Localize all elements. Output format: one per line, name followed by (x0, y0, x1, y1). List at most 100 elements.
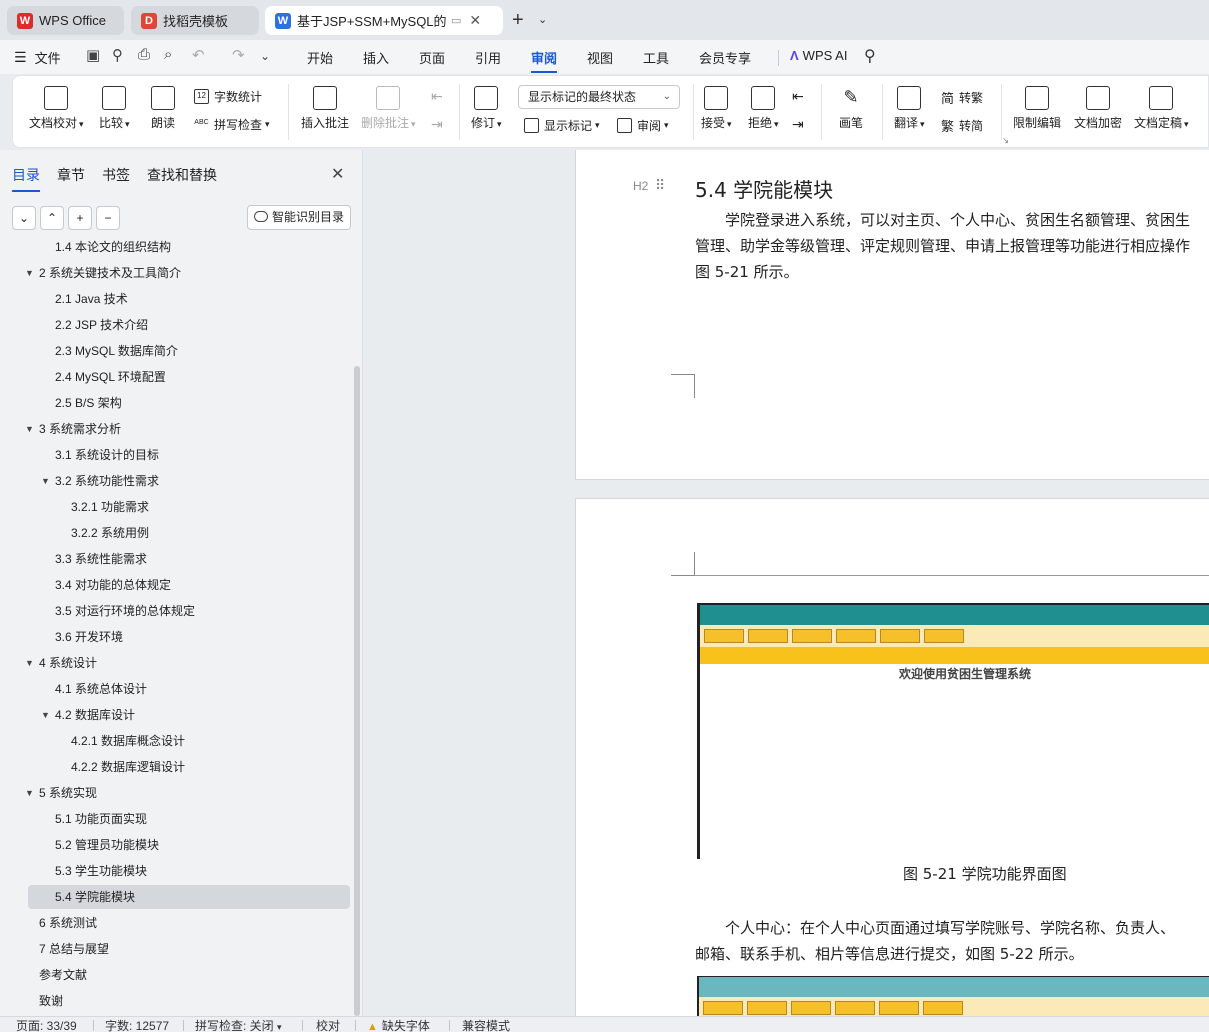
to-traditional-button[interactable]: 简 转繁 (941, 88, 983, 107)
nav-tab-sections[interactable]: 章节 (57, 165, 85, 185)
reject-button[interactable]: 拒绝 ▾ (748, 86, 779, 131)
pen-button[interactable]: ✎ 画笔 (839, 86, 863, 131)
tab-docer-templates[interactable]: D 找稻壳模板 (131, 6, 259, 35)
dialog-launcher-icon[interactable]: ↘ (1002, 136, 1009, 145)
toc-item[interactable]: 4.1 系统总体设计 (0, 677, 350, 701)
encrypt-document-button[interactable]: 文档加密 (1074, 86, 1122, 131)
toc-item[interactable]: 3.3 系统性能需求 (0, 547, 350, 571)
wps-ai-button[interactable]: Ʌ WPS AI (790, 48, 847, 63)
toc-item[interactable]: 3.5 对运行环境的总体规定 (0, 599, 350, 623)
toc-item[interactable]: 3.6 开发环境 (0, 625, 350, 649)
nav-tab-toc[interactable]: 目录 (12, 165, 40, 192)
toc-item[interactable]: 2.5 B/S 架构 (0, 391, 350, 415)
toc-item[interactable]: 7 总结与展望 (0, 937, 350, 961)
quick-access-more-icon[interactable]: ⌄ (260, 49, 270, 63)
figure-screenshot[interactable]: 欢迎使用贫困生管理系统 (697, 603, 1209, 859)
nav-tab-bookmarks[interactable]: 书签 (102, 165, 130, 185)
review-pane-button[interactable]: 审阅 ▾ (617, 117, 669, 134)
toc-item[interactable]: 3.2.2 系统用例 (0, 521, 350, 545)
show-markup-button[interactable]: 显示标记 ▾ (524, 117, 600, 134)
finalize-document-button[interactable]: 文档定稿 ▾ (1134, 86, 1189, 131)
print-icon[interactable]: ⎙ (138, 46, 150, 63)
spell-check-button[interactable]: ABC 拼写检查 ▾ (194, 116, 269, 133)
insert-comment-button[interactable]: 插入批注 (301, 86, 349, 131)
document-canvas[interactable]: H2 ⠿ 5.4 学院能模块 学院登录进入系统，可以对主页、个人中心、贫困生名额… (364, 150, 1209, 1016)
toc-item[interactable]: ▼ 3 系统需求分析 (0, 417, 350, 441)
toc-item[interactable]: 致谢 (0, 989, 350, 1013)
compare-button[interactable]: 比较 ▾ (99, 86, 130, 131)
toc-item[interactable]: ▼ 3.2 系统功能性需求 (0, 469, 350, 493)
collapse-up-icon[interactable]: ⌃ (40, 206, 64, 230)
next-change-icon[interactable]: ⇥ (792, 116, 804, 133)
share-icon[interactable]: ⚲ (112, 46, 123, 64)
chevron-down-icon[interactable]: ⌄ (538, 13, 547, 26)
add-heading-icon[interactable]: + (68, 206, 92, 230)
accept-button[interactable]: 接受 ▾ (701, 86, 732, 131)
expand-triangle-icon[interactable]: ▼ (41, 703, 50, 727)
menu-tools[interactable]: 工具 (643, 48, 669, 67)
expand-triangle-icon[interactable]: ▼ (25, 261, 34, 285)
toc-item[interactable]: 4.2.2 数据库逻辑设计 (0, 755, 350, 779)
menu-insert[interactable]: 插入 (363, 48, 389, 67)
toc-item[interactable]: ▼ 4 系统设计 (0, 651, 350, 675)
toc-item[interactable]: 4.2.1 数据库概念设计 (0, 729, 350, 753)
expand-triangle-icon[interactable]: ▼ (25, 781, 34, 805)
print-preview-icon[interactable]: ⌕ (164, 46, 172, 63)
menu-review[interactable]: 审阅 (531, 48, 558, 73)
toc-item[interactable]: 6 系统测试 (0, 911, 350, 935)
toc-item[interactable]: 3.1 系统设计的目标 (0, 443, 350, 467)
nav-scrollbar[interactable] (354, 366, 360, 1016)
undo-icon[interactable]: ↶ (192, 46, 205, 64)
missing-font-status[interactable]: ▲ 缺失字体 (367, 1019, 430, 1032)
menu-page[interactable]: 页面 (419, 48, 445, 67)
toc-item[interactable]: 参考文献 (0, 963, 350, 987)
toc-item[interactable]: ▼ 5 系统实现 (0, 781, 350, 805)
file-menu[interactable]: ☰ 文件 (14, 48, 61, 67)
menu-home[interactable]: 开始 (307, 48, 333, 67)
spell-check-status[interactable]: 拼写检查: 关闭 ▾ (195, 1019, 282, 1032)
restrict-edit-button[interactable]: 限制编辑 (1013, 86, 1061, 131)
toc-item[interactable]: 2.2 JSP 技术介绍 (0, 313, 350, 337)
close-pane-icon[interactable]: ✕ (331, 164, 344, 184)
proofread-status[interactable]: 校对 (316, 1019, 340, 1032)
previous-comment-icon[interactable]: ⇤ (431, 88, 443, 105)
next-comment-icon[interactable]: ⇥ (431, 116, 443, 133)
proofread-button[interactable]: 文档校对 ▾ (29, 86, 84, 131)
nav-tab-find-replace[interactable]: 查找和替换 (147, 165, 217, 185)
search-icon[interactable]: ⚲ (864, 46, 876, 66)
monitor-icon[interactable]: ▭ (451, 14, 461, 27)
page-indicator[interactable]: 页面: 33/39 (16, 1019, 77, 1032)
expand-triangle-icon[interactable]: ▼ (25, 651, 34, 675)
toc-item[interactable]: 2.4 MySQL 环境配置 (0, 365, 350, 389)
collapse-down-icon[interactable]: ⌄ (12, 206, 36, 230)
new-tab-plus-icon[interactable]: + (512, 10, 524, 30)
toc-item[interactable]: 5.4 学院能模块 (28, 885, 350, 909)
toc-item[interactable]: 2.3 MySQL 数据库简介 (0, 339, 350, 363)
toc-item[interactable]: ▼ 2 系统关键技术及工具简介 (0, 261, 350, 285)
track-changes-button[interactable]: 修订 ▾ (471, 86, 502, 131)
menu-view[interactable]: 视图 (587, 48, 613, 67)
toc-item[interactable]: 5.2 管理员功能模块 (0, 833, 350, 857)
word-count-button[interactable]: 12 字数统计 (194, 88, 262, 105)
toc-item[interactable]: 5.1 功能页面实现 (0, 807, 350, 831)
tab-wps-office[interactable]: W WPS Office (7, 6, 124, 35)
menu-membership[interactable]: 会员专享 (699, 48, 751, 67)
translate-button[interactable]: 翻译 ▾ (894, 86, 925, 131)
close-tab-icon[interactable]: ✕ (469, 12, 481, 29)
delete-comment-button[interactable]: 删除批注 ▾ (361, 86, 416, 131)
tab-current-document[interactable]: W 基于JSP+SSM+MySQL的贫 ▭ ✕ (265, 6, 503, 35)
expand-triangle-icon[interactable]: ▼ (25, 417, 34, 441)
word-count-status[interactable]: 字数: 12577 (105, 1019, 169, 1032)
to-simplified-button[interactable]: 繁 转简 (941, 116, 983, 135)
remove-heading-icon[interactable]: − (96, 206, 120, 230)
toc-item[interactable]: 3.2.1 功能需求 (0, 495, 350, 519)
menu-references[interactable]: 引用 (475, 48, 501, 67)
drag-handle-icon[interactable]: ⠿ (655, 177, 665, 194)
toc-item[interactable]: 2.1 Java 技术 (0, 287, 350, 311)
markup-display-select[interactable]: 显示标记的最终状态 ⌄ (518, 85, 680, 109)
previous-change-icon[interactable]: ⇤ (792, 88, 804, 105)
toc-item[interactable]: 3.4 对功能的总体规定 (0, 573, 350, 597)
figure-screenshot[interactable] (697, 976, 1209, 1016)
expand-triangle-icon[interactable]: ▼ (41, 469, 50, 493)
read-aloud-button[interactable]: 朗读 (151, 86, 175, 131)
